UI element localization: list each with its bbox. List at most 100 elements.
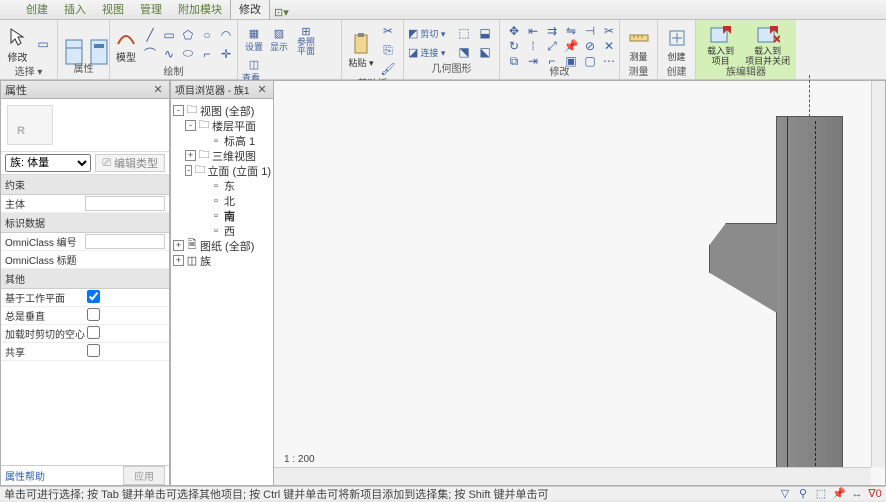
geom-b-icon[interactable]: ⬓: [475, 24, 495, 42]
fillet-icon[interactable]: ⌐: [197, 45, 217, 63]
ribbon-label-create: 创建: [662, 66, 691, 80]
geom-a-icon[interactable]: ⬚: [454, 24, 474, 42]
status-drag-icon[interactable]: ↔: [850, 488, 864, 500]
tree-item[interactable]: +🗀三维视图: [173, 148, 271, 163]
prop-workplane-check[interactable]: [87, 290, 100, 303]
load-close-button[interactable]: 载入到 项目并关闭: [743, 22, 792, 66]
tree-item[interactable]: +◫族: [173, 253, 271, 268]
edit-type-button[interactable]: ⎚ 编辑类型: [95, 154, 165, 172]
model-wall[interactable]: [776, 116, 843, 476]
prop-share-check[interactable]: [87, 344, 100, 357]
prop-omninum-field[interactable]: [85, 234, 165, 249]
props-title: 属性: [5, 82, 151, 98]
prop-voidcut-check[interactable]: [87, 326, 100, 339]
tree-toggle-icon[interactable]: -: [185, 165, 192, 176]
pick-icon[interactable]: ✛: [216, 45, 236, 63]
ellipse-icon[interactable]: ⬭: [178, 45, 198, 63]
tab-create[interactable]: 创建: [18, 0, 56, 19]
prop-omninum-label: OmniClass 编号: [5, 234, 85, 249]
folder-icon: 🗀: [194, 165, 205, 177]
tree-item[interactable]: ▫标高 1: [173, 133, 271, 148]
poly-icon[interactable]: ⬠: [178, 26, 198, 44]
tree-label: 楼层平面: [212, 118, 256, 134]
tree-item[interactable]: +🗎图纸 (全部): [173, 238, 271, 253]
project-tree[interactable]: -🗀视图 (全部)-🗀楼层平面▫标高 1+🗀三维视图-🗀立面 (立面 1)▫东▫…: [171, 99, 273, 485]
show-plane-btn[interactable]: ▨显示: [267, 22, 291, 58]
prop-vertical-label: 总是垂直: [5, 308, 85, 323]
fam-icon: ◫: [186, 255, 198, 267]
vertical-scrollbar[interactable]: [871, 81, 885, 467]
tree-item[interactable]: ▫北: [173, 193, 271, 208]
ref-plane-btn[interactable]: ⊞参照 平面: [292, 22, 320, 58]
status-pin-icon[interactable]: 📌: [832, 488, 846, 500]
project-browser-panel: 项目浏览器 - 族1 ✕ -🗀视图 (全部)-🗀楼层平面▫标高 1+🗀三维视图-…: [170, 80, 274, 486]
tab-insert[interactable]: 插入: [56, 0, 94, 19]
tree-toggle-icon[interactable]: -: [173, 105, 184, 116]
match-icon[interactable]: 🖌: [378, 60, 398, 78]
folder-icon: 🗀: [198, 120, 210, 132]
sheets-icon: 🗎: [186, 240, 198, 252]
prop-host-field[interactable]: [85, 196, 165, 211]
tab-modify[interactable]: 修改: [230, 0, 270, 19]
cut-geom-btn[interactable]: ◩剪切 ▾: [408, 24, 452, 42]
view-scale[interactable]: 1 : 200: [284, 454, 315, 465]
join-geom-btn[interactable]: ◪连接 ▾: [408, 43, 452, 61]
horizontal-scrollbar[interactable]: [274, 467, 871, 485]
geom-c-icon[interactable]: ⬔: [454, 43, 474, 61]
tree-toggle-icon[interactable]: +: [173, 255, 184, 266]
close-icon[interactable]: ✕: [151, 83, 165, 97]
type-preview: R: [7, 105, 53, 145]
tree-toggle-icon[interactable]: +: [173, 240, 184, 251]
show-icon: ▨: [274, 27, 284, 40]
status-link-icon[interactable]: ⚲: [796, 488, 810, 500]
status-filter-icon[interactable]: ▽: [778, 488, 792, 500]
views-icon: 🗀: [186, 105, 198, 117]
tab-view[interactable]: 视图: [94, 0, 132, 19]
status-bar: 单击可进行选择; 按 Tab 键并单击可选择其他项目; 按 Ctrl 键并单击可…: [0, 486, 886, 500]
props-help-link[interactable]: 属性帮助: [5, 468, 45, 483]
status-select-icon[interactable]: ⬚: [814, 488, 828, 500]
tree-item[interactable]: -🗀立面 (立面 1): [173, 163, 271, 178]
ribbon-label-draw: 绘制: [114, 66, 233, 80]
tree-toggle-icon[interactable]: -: [185, 120, 196, 131]
model-button[interactable]: 模型: [114, 22, 138, 66]
tree-item[interactable]: ▫东: [173, 178, 271, 193]
model-wing[interactable]: [709, 223, 777, 313]
ribbon: 修改 ▭ 选择 ▾ 属性 模型 ╱ ▭ ⬠ ○: [0, 20, 886, 80]
tree-item[interactable]: -🗀视图 (全部): [173, 103, 271, 118]
tab-manage[interactable]: 管理: [132, 0, 170, 19]
tree-item[interactable]: -🗀楼层平面: [173, 118, 271, 133]
create-button[interactable]: 创建: [662, 22, 691, 66]
close-icon[interactable]: ✕: [255, 83, 269, 97]
ribbon-label-props: 属性: [62, 63, 105, 77]
apply-button[interactable]: 应用: [123, 466, 165, 485]
geom-d-icon[interactable]: ⬕: [475, 43, 495, 61]
tab-extra[interactable]: ⊡▾: [274, 6, 289, 19]
prop-vertical-check[interactable]: [87, 308, 100, 321]
tab-addin[interactable]: 附加模块: [170, 0, 230, 19]
select-cursor-icon[interactable]: ▭: [33, 35, 53, 53]
spline-icon[interactable]: ∿: [159, 45, 179, 63]
copy-icon[interactable]: ⎘: [378, 41, 398, 59]
tree-toggle-icon[interactable]: +: [185, 150, 196, 161]
arc-icon[interactable]: ◠: [216, 26, 236, 44]
section-identity: 标识数据: [1, 213, 169, 233]
rect-icon[interactable]: ▭: [159, 26, 179, 44]
type-selector[interactable]: 族: 体量: [5, 154, 91, 172]
view-canvas[interactable]: 1 : 200: [274, 80, 886, 486]
arc2-icon[interactable]: ⌒: [140, 45, 160, 63]
paste-button[interactable]: 粘贴 ▾: [346, 28, 376, 72]
tree-label: 图纸 (全部): [200, 238, 254, 254]
modify-button[interactable]: 修改: [4, 22, 31, 66]
line-icon[interactable]: ╱: [140, 26, 160, 44]
ruler-icon: [627, 26, 651, 50]
measure-button[interactable]: 测量: [624, 22, 653, 66]
cut-icon[interactable]: ✂: [378, 22, 398, 40]
status-count[interactable]: ∇0: [868, 488, 882, 500]
set-plane-btn[interactable]: ▦设置: [242, 22, 266, 58]
tree-item[interactable]: ▫南: [173, 208, 271, 223]
circle-icon[interactable]: ○: [197, 26, 217, 44]
load-project-button[interactable]: 载入到 项目: [700, 22, 741, 66]
tree-label: 标高 1: [224, 133, 255, 149]
ribbon-label-select: 选择 ▾: [4, 66, 53, 80]
